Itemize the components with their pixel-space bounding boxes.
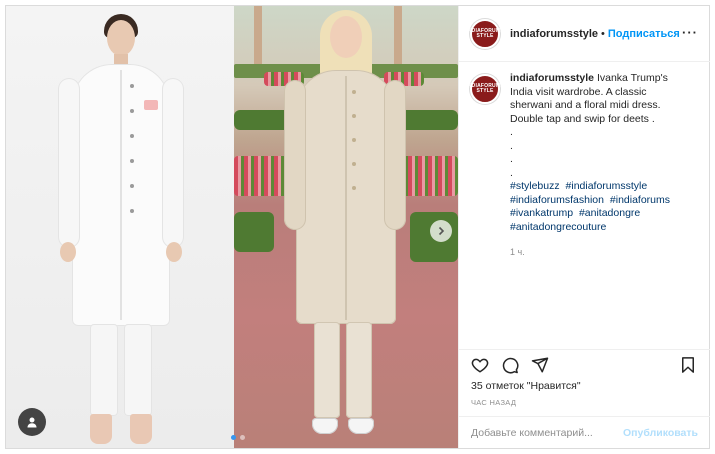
hashtag-link[interactable]: #indiaforumsfashion <box>510 194 604 206</box>
heart-icon[interactable] <box>471 356 489 374</box>
post-caption: INDIAFORUMS STYLE indiaforumsstyle Ivank… <box>466 72 702 260</box>
carousel-indicator <box>231 435 245 440</box>
header-username[interactable]: indiaforumsstyle <box>510 28 598 40</box>
caption-avatar[interactable]: INDIAFORUMS STYLE <box>466 74 504 104</box>
caption-dot: . <box>510 139 513 152</box>
bookmark-icon[interactable] <box>679 356 697 374</box>
instagram-post: INDIAFORUMS STYLE indiaforumsstyle • Под… <box>5 5 710 449</box>
post-header: INDIAFORUMS STYLE indiaforumsstyle • Под… <box>459 6 710 62</box>
hashtag-link[interactable]: #anitadongrecouture <box>510 221 606 233</box>
event-photo <box>234 6 458 448</box>
hashtag-link[interactable]: #ivankatrump <box>510 207 573 219</box>
caption-avatar-logo-text: INDIAFORUMS STYLE <box>466 83 504 94</box>
caption-time[interactable]: 1 ч. <box>510 246 690 260</box>
follow-button[interactable]: Подписаться <box>608 28 680 40</box>
hashtag-link[interactable]: #stylebuzz <box>510 180 560 192</box>
post-media-carousel[interactable] <box>6 6 458 448</box>
avatar[interactable]: INDIAFORUMS STYLE <box>466 18 504 49</box>
caption-dot: . <box>510 153 513 165</box>
comment-icon[interactable] <box>501 356 519 374</box>
person-figure <box>234 6 458 448</box>
comment-composer: Опубликовать <box>459 416 710 448</box>
likes-count[interactable]: 35 отметок "Нравится" <box>471 380 581 392</box>
action-bar <box>459 349 710 379</box>
chevron-right-icon <box>438 226 445 236</box>
header-separator: • <box>601 27 605 40</box>
carousel-dot-active <box>231 435 236 440</box>
caption-dot: . <box>510 166 513 179</box>
caption-body: indiaforumsstyle Ivanka Trump's India vi… <box>510 72 690 260</box>
post-timestamp[interactable]: ЧАС НАЗАД <box>471 398 516 407</box>
product-photo <box>6 6 234 448</box>
carousel-dot <box>240 435 245 440</box>
tagged-user-button[interactable] <box>18 408 46 436</box>
carousel-next-button[interactable] <box>430 220 452 242</box>
hashtag-list: #stylebuzz #indiaforumsstyle #indiaforum… <box>510 180 690 234</box>
hashtag-link[interactable]: #indiaforumsstyle <box>566 180 648 192</box>
caption-dot: . <box>510 126 513 138</box>
more-options-icon[interactable]: ··· <box>682 25 698 40</box>
user-icon <box>27 417 37 428</box>
publish-comment-button[interactable]: Опубликовать <box>623 427 698 439</box>
hashtag-link[interactable]: #anitadongre <box>579 207 640 219</box>
post-side-panel: INDIAFORUMS STYLE indiaforumsstyle • Под… <box>458 6 710 448</box>
hashtag-link[interactable]: #indiaforums <box>610 194 670 206</box>
comment-input[interactable] <box>471 426 624 439</box>
avatar-logo-text: INDIAFORUMS STYLE <box>466 27 504 39</box>
caption-username[interactable]: indiaforumsstyle <box>510 72 594 84</box>
share-icon[interactable] <box>531 356 549 374</box>
model-figure <box>6 6 234 448</box>
